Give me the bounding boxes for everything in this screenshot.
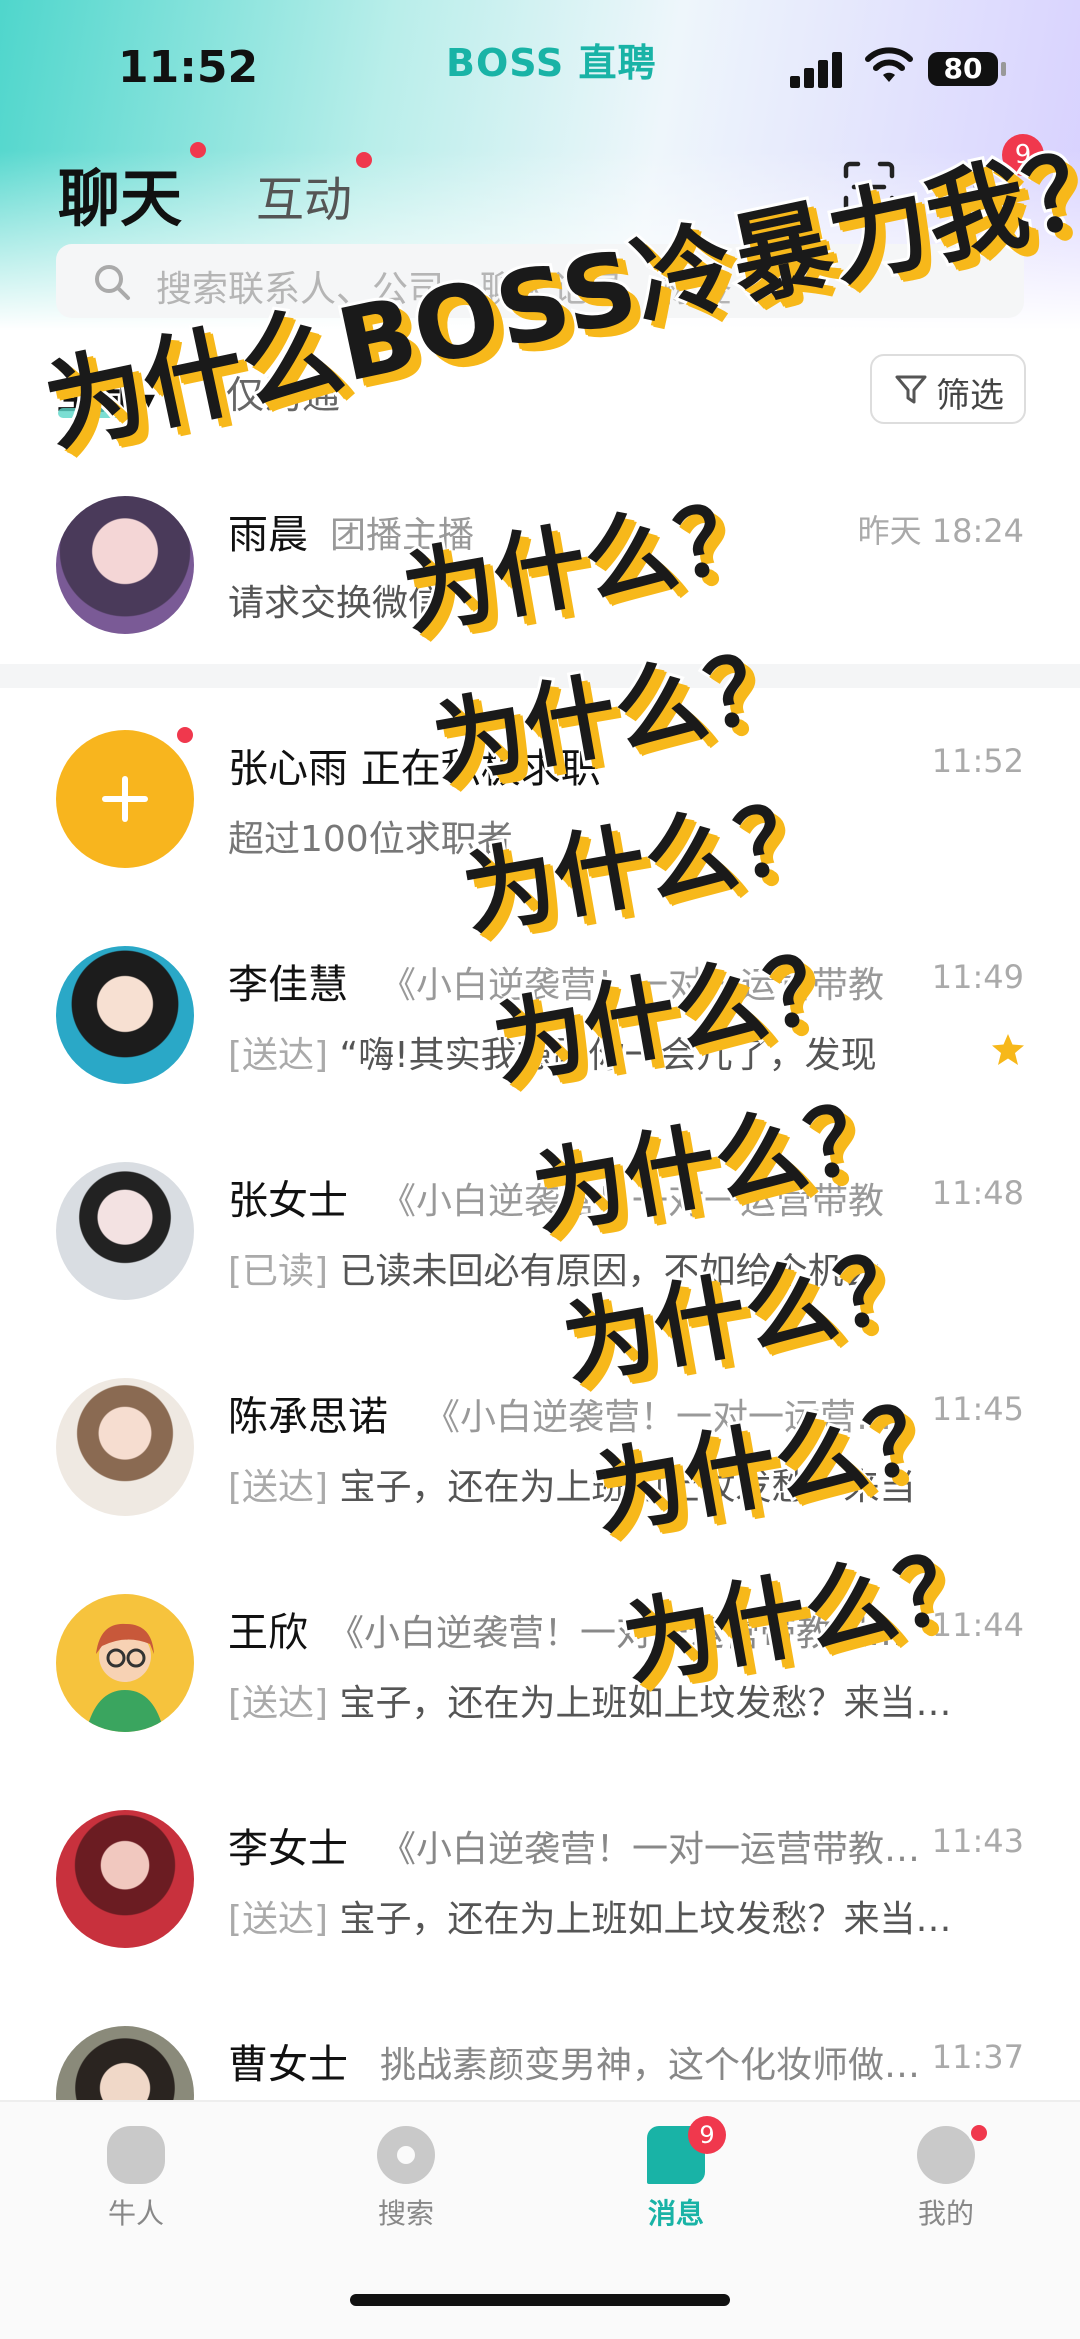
add-avatar [56, 730, 194, 868]
nav-talent-label: 牛人 [107, 2197, 164, 2230]
chat-name: 张心雨 正在积极求职 [228, 746, 601, 792]
chat-message: 请求交换微信 [228, 583, 445, 624]
chat-name: 雨晨 [228, 512, 308, 558]
nav-mine-label: 我的 [917, 2197, 974, 2230]
chat-subtitle: 《小白逆袭营！一对一运营带教… [380, 1829, 920, 1870]
status-time: 11:52 [118, 42, 259, 93]
battery-indicator: 80 [928, 52, 1006, 86]
tab-interact-unread-dot [356, 152, 372, 168]
avatar [56, 1594, 194, 1732]
avatar [56, 1810, 194, 1948]
plus-icon [102, 776, 148, 822]
chat-name: 王欣 [228, 1610, 308, 1656]
chat-row[interactable]: 曹女士 挑战素颜变男神，这个化妆师做… 11:37 [0, 1996, 1080, 2100]
status-bar: 11:52 BOSS 直聘 80 [0, 0, 1080, 140]
chat-name: 曹女士 [228, 2042, 348, 2088]
search-icon [95, 265, 130, 300]
chat-subtitle: 挑战素颜变男神，这个化妆师做… [380, 2045, 920, 2086]
filter-all-underline [58, 408, 140, 418]
unread-dot [174, 724, 196, 746]
chat-time: 11:44 [931, 1606, 1024, 1644]
avatar [56, 1378, 194, 1516]
chat-name: 李佳慧 [228, 962, 348, 1008]
chat-subtitle: 《小白逆袭营！一对一运营带教 [380, 1181, 885, 1222]
nav-messages-label: 消息 [647, 2197, 704, 2230]
notifications-badge: 9 [1002, 134, 1044, 176]
chat-time: 11:45 [931, 1390, 1024, 1428]
avatar [56, 946, 194, 1084]
chat-name: 陈承思诺 [228, 1394, 388, 1440]
cartoon-avatar-icon [86, 1623, 164, 1732]
filter-button[interactable]: 筛选 [870, 354, 1026, 424]
chat-row[interactable]: 王欣 《小白逆袭营！一对一运营带教保… 11:44 [送达] 宝子，还在为上班如… [0, 1564, 1080, 1780]
chat-row[interactable]: 李佳慧 《小白逆袭营！一对一运营带教 11:49 [送达] “嗨!其实我想跟你一… [0, 916, 1080, 1132]
funnel-icon [895, 375, 927, 404]
chat-message: [送达] 宝子，还在为上班如上坟发愁？来当… [228, 1899, 952, 1940]
search-input[interactable]: 搜索联系人、公司、聊天记录、标签 [56, 244, 1024, 318]
nav-mine[interactable]: 我的 [866, 2122, 1026, 2232]
chat-name: 李女士 [228, 1826, 348, 1872]
avatar [56, 1162, 194, 1300]
messages-badge: 9 [688, 2116, 726, 2154]
nav-talent[interactable]: 牛人 [56, 2126, 216, 2232]
nav-search[interactable]: 搜索 [326, 2126, 486, 2232]
filter-communicated[interactable]: 仅沟通 [226, 364, 340, 419]
mine-unread-dot [968, 2122, 990, 2144]
tab-chat[interactable]: 聊天 [58, 148, 182, 238]
chat-time: 昨天 18:24 [857, 512, 1024, 550]
chat-row[interactable]: 李女士 《小白逆袭营！一对一运营带教… 11:43 [送达] 宝子，还在为上班如… [0, 1780, 1080, 1996]
chat-message: [送达] 宝子，还在为上班如上坟发愁？来当 [228, 1467, 916, 1508]
chat-time: 11:52 [931, 742, 1024, 780]
avatar [56, 496, 194, 634]
scan-icon[interactable] [842, 160, 896, 214]
chat-subtitle: 《小白逆袭营！一对一运营带教 [424, 1397, 924, 1438]
chat-message: [送达] “嗨!其实我想跟你一会儿了，发现 [228, 1035, 877, 1076]
search-placeholder: 搜索联系人、公司、聊天记录、标签 [156, 269, 733, 310]
nav-messages[interactable]: 消息 9 [596, 2116, 756, 2232]
avatar [56, 2026, 194, 2100]
chat-time: 11:37 [931, 2038, 1024, 2076]
home-indicator [350, 2294, 730, 2306]
chat-subtitle: 《小白逆袭营！一对一运营带教保… [328, 1613, 905, 1654]
chat-time: 11:48 [931, 1174, 1024, 1212]
tab-chat-unread-dot [190, 142, 206, 158]
tab-interact[interactable]: 互动 [256, 160, 352, 230]
chat-name: 张女士 [228, 1178, 348, 1224]
compass-icon [377, 2126, 435, 2184]
chat-row[interactable]: 雨晨 团播主播 昨天 18:24 请求交换微信 [0, 448, 1080, 664]
chat-subtitle: 团播主播 [330, 515, 475, 556]
section-divider [0, 664, 1080, 688]
chat-row[interactable]: 张心雨 正在积极求职 11:52 超过100位求职者 [0, 700, 1080, 916]
chat-time: 11:49 [931, 958, 1024, 996]
chat-message: 超过100位求职者 [228, 819, 513, 860]
chat-subtitle: 《小白逆袭营！一对一运营带教 [380, 965, 885, 1006]
nav-search-label: 搜索 [377, 2197, 434, 2230]
chat-time: 11:43 [931, 1822, 1024, 1860]
wifi-icon [865, 47, 913, 82]
chat-row[interactable]: 张女士 《小白逆袭营！一对一运营带教 11:48 [已读] 已读未回必有原因，不… [0, 1132, 1080, 1348]
cellular-signal-icon [790, 50, 848, 88]
chat-message: [送达] 宝子，还在为上班如上坟发愁？来当… [228, 1683, 952, 1724]
filter-button-label: 筛选 [936, 376, 1004, 416]
chat-message: [已读] 已读未回必有原因，不如给个机会 [228, 1251, 880, 1292]
app-brand: BOSS 直聘 [446, 41, 657, 85]
chat-row[interactable]: 陈承思诺 《小白逆袭营！一对一运营带教 11:45 [送达] 宝子，还在为上班如… [0, 1348, 1080, 1564]
smile-icon [917, 2126, 975, 2184]
bear-icon [107, 2126, 165, 2184]
chevron-down-icon: ▾ [142, 385, 156, 415]
star-icon [992, 1034, 1024, 1065]
